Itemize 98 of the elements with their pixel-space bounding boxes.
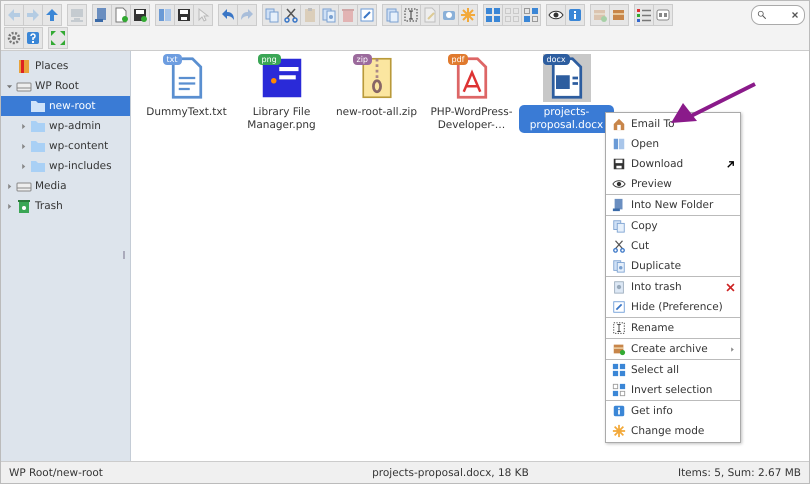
file-item[interactable]: pdf PHP-WordPress-Developer-… bbox=[424, 54, 519, 133]
status-selection: projects-proposal.docx, 18 KB bbox=[372, 466, 529, 478]
rename-icon bbox=[403, 7, 419, 23]
book-icon bbox=[157, 7, 173, 23]
folder-icon bbox=[30, 118, 46, 134]
menu-item[interactable]: Cut bbox=[606, 236, 740, 256]
box-icon bbox=[611, 7, 627, 23]
file-name: Library File Manager.png bbox=[246, 105, 317, 133]
file-item[interactable]: txt DummyText.txt bbox=[139, 54, 234, 120]
book-icon bbox=[16, 58, 32, 74]
file-type-badge: png bbox=[258, 54, 281, 65]
file-type-badge: txt bbox=[162, 54, 182, 65]
fullscreen-icon bbox=[50, 30, 66, 46]
menu-item[interactable]: Duplicate bbox=[606, 256, 740, 276]
caret-right-icon bbox=[729, 346, 736, 352]
edit-icon bbox=[422, 7, 438, 23]
caret-right-icon bbox=[20, 122, 26, 130]
book-icon bbox=[612, 137, 626, 151]
file-name: projects-proposal.docx bbox=[519, 105, 614, 133]
duplicate-icon bbox=[612, 259, 626, 273]
help-icon bbox=[25, 30, 41, 46]
external-link-icon bbox=[725, 158, 736, 170]
invert-grid-icon bbox=[523, 7, 539, 23]
caret-right-icon bbox=[20, 142, 26, 150]
status-path: WP Root/new-root bbox=[9, 466, 103, 478]
grid-icon bbox=[612, 363, 626, 377]
trash-icon bbox=[16, 198, 32, 214]
list-view-icon bbox=[636, 7, 652, 23]
folder-icon bbox=[30, 158, 46, 174]
scissors-icon bbox=[612, 239, 626, 253]
document-stack-icon bbox=[384, 7, 400, 23]
new-file-icon bbox=[113, 7, 129, 23]
save-icon bbox=[132, 7, 148, 23]
trash-icon bbox=[340, 7, 356, 23]
status-summary: Items: 5, Sum: 2.67 MB bbox=[678, 466, 801, 478]
hide-icon bbox=[612, 300, 626, 314]
file-name: new-root-all.zip bbox=[334, 105, 418, 120]
menu-item[interactable]: Copy bbox=[606, 216, 740, 236]
info-icon bbox=[567, 7, 583, 23]
settings-icon bbox=[6, 30, 22, 46]
empty-grid-icon bbox=[504, 7, 520, 23]
archive-icon bbox=[592, 7, 608, 23]
tree-item[interactable]: wp-content bbox=[1, 136, 130, 156]
caret-down-icon bbox=[6, 82, 12, 90]
info-icon bbox=[612, 404, 626, 418]
caret-right-icon bbox=[6, 182, 12, 190]
tree-item[interactable]: Trash bbox=[1, 196, 130, 216]
search-field[interactable] bbox=[751, 5, 805, 25]
file-item[interactable]: docx projects-proposal.docx bbox=[519, 54, 614, 133]
menu-item[interactable]: Download bbox=[606, 154, 740, 174]
file-name: PHP-WordPress-Developer-… bbox=[429, 105, 514, 133]
scissors-icon bbox=[283, 7, 299, 23]
menu-item[interactable]: Preview bbox=[606, 174, 740, 194]
menu-item[interactable]: Select all bbox=[606, 360, 740, 380]
folder-icon bbox=[30, 98, 46, 114]
duplicate-icon bbox=[321, 7, 337, 23]
tree-item[interactable]: wp-admin bbox=[1, 116, 130, 136]
arrow-left-icon bbox=[6, 7, 22, 23]
tree-item[interactable]: WP Root bbox=[1, 76, 130, 96]
file-item[interactable]: png Library File Manager.png bbox=[234, 54, 329, 133]
archive-icon bbox=[612, 342, 626, 356]
copy-icon bbox=[612, 219, 626, 233]
rename-icon bbox=[612, 321, 626, 335]
hide-icon bbox=[359, 7, 375, 23]
menu-item[interactable]: Change mode bbox=[606, 421, 740, 441]
flower-icon bbox=[460, 7, 476, 23]
folder-icon bbox=[30, 138, 46, 154]
delete-icon bbox=[725, 282, 736, 292]
menu-item[interactable]: Rename bbox=[606, 318, 740, 338]
close-icon bbox=[791, 11, 799, 19]
file-type-badge: docx bbox=[542, 54, 570, 65]
file-item[interactable]: zip new-root-all.zip bbox=[329, 54, 424, 120]
arrow-right-icon bbox=[25, 7, 41, 23]
flower-icon bbox=[612, 424, 626, 438]
tree-item[interactable]: Media bbox=[1, 176, 130, 196]
copy-icon bbox=[264, 7, 280, 23]
grid-icon bbox=[485, 7, 501, 23]
invert-grid-icon bbox=[612, 383, 626, 397]
file-type-badge: pdf bbox=[448, 54, 468, 65]
tree-item[interactable]: new-root bbox=[1, 96, 130, 116]
menu-item[interactable]: Invert selection bbox=[606, 380, 740, 400]
menu-item[interactable]: Into trash bbox=[606, 277, 740, 297]
file-name: DummyText.txt bbox=[145, 105, 228, 120]
caret-right-icon bbox=[20, 162, 26, 170]
menu-item[interactable]: Into New Folder bbox=[606, 195, 740, 215]
search-icon bbox=[757, 10, 767, 20]
menu-item[interactable]: Hide (Preference) bbox=[606, 297, 740, 317]
menu-item[interactable]: Get info bbox=[606, 401, 740, 421]
house-icon bbox=[612, 117, 626, 131]
menu-item[interactable]: Create archive bbox=[606, 339, 740, 359]
arrow-up-icon bbox=[44, 7, 60, 23]
clipboard-icon bbox=[302, 7, 318, 23]
computer-icon bbox=[69, 7, 85, 23]
caret-right-icon bbox=[6, 202, 12, 210]
menu-item[interactable]: Open bbox=[606, 134, 740, 154]
file-type-badge: zip bbox=[352, 54, 372, 65]
tree-item[interactable]: wp-includes bbox=[1, 156, 130, 176]
tree-item[interactable]: Places bbox=[1, 56, 130, 76]
